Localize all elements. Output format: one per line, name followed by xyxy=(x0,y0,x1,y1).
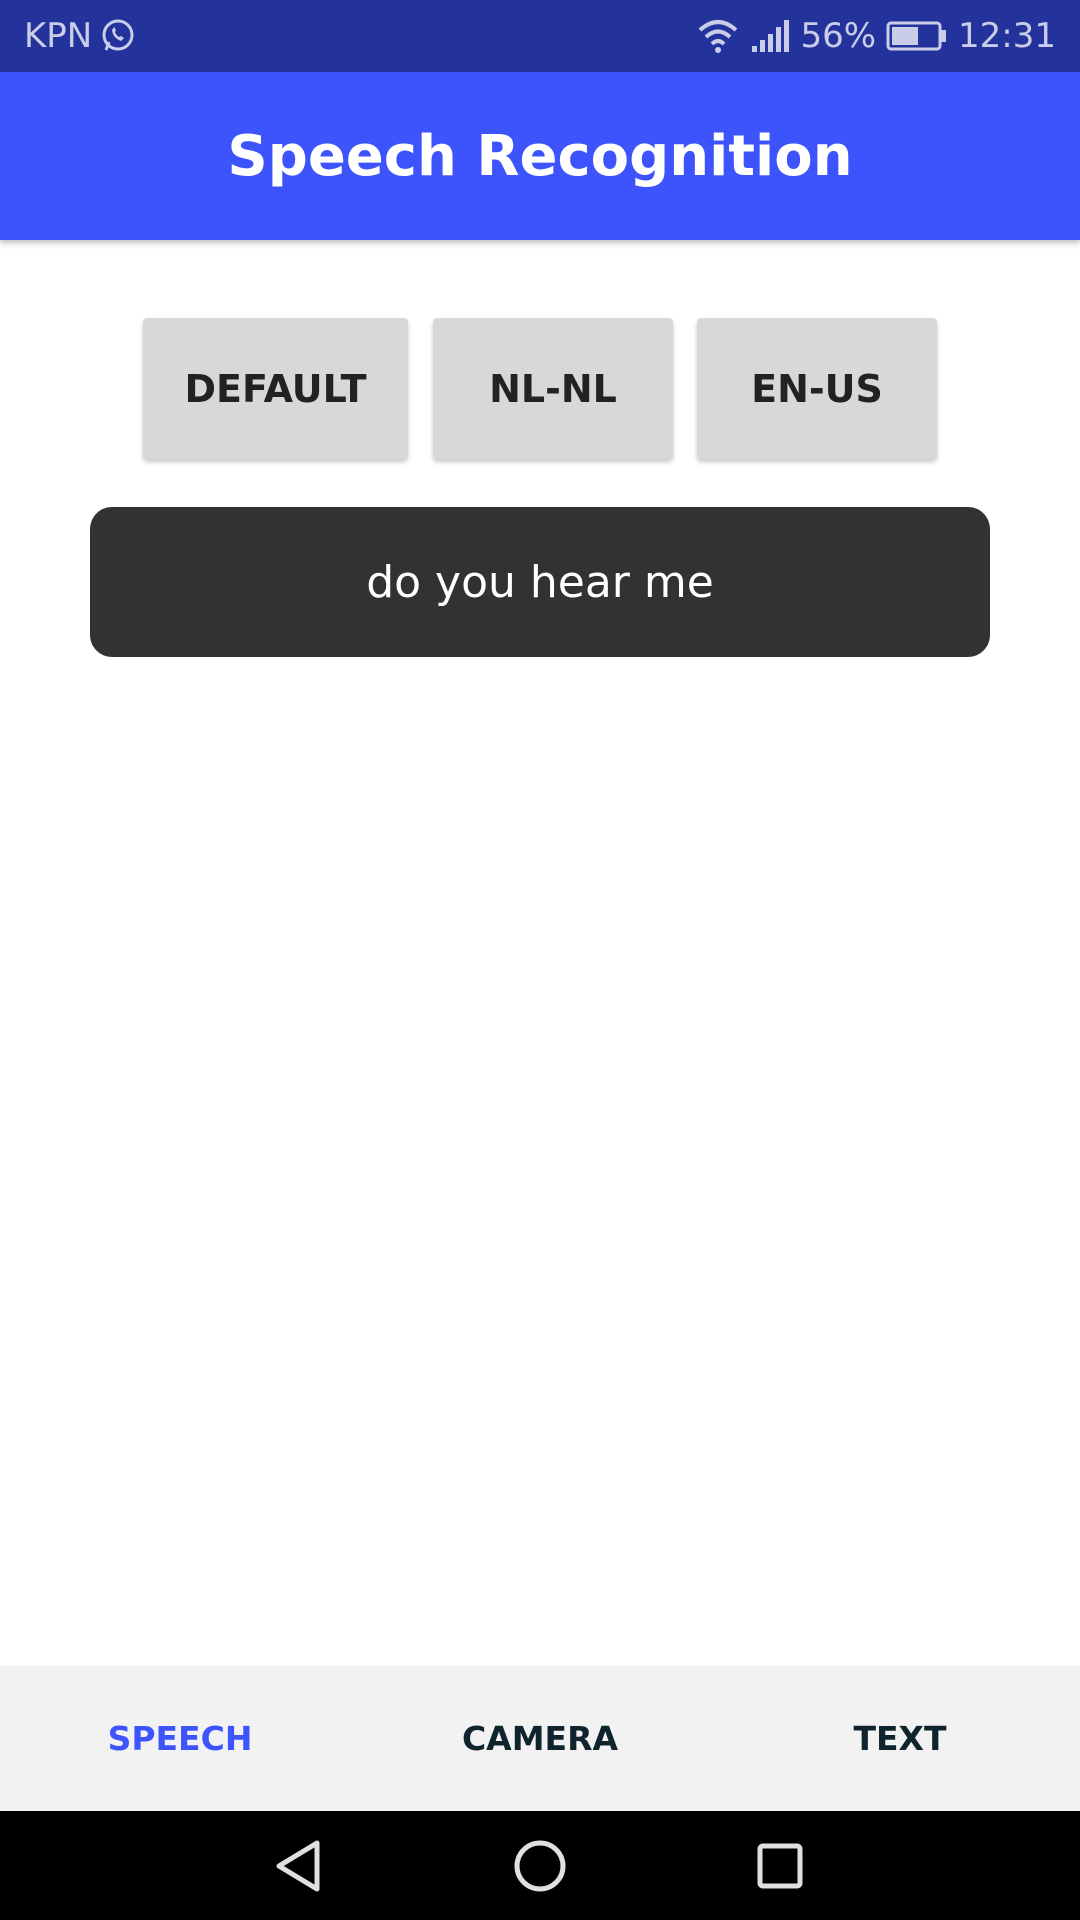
tab-camera[interactable]: CAMERA xyxy=(360,1666,720,1811)
battery-icon xyxy=(886,21,948,51)
home-icon[interactable] xyxy=(505,1831,575,1901)
status-bar: KPN 56% 12:31 xyxy=(0,0,1080,72)
system-nav-bar xyxy=(0,1811,1080,1920)
recognized-text: do you hear me xyxy=(366,556,714,608)
default-language-button[interactable]: DEFAULT xyxy=(143,318,408,459)
tab-speech[interactable]: SPEECH xyxy=(0,1666,360,1811)
app-bar: Speech Recognition xyxy=(0,72,1080,240)
signal-icon xyxy=(750,18,790,54)
carrier-label: KPN xyxy=(24,16,93,56)
battery-percent: 56% xyxy=(800,16,877,56)
wifi-icon xyxy=(696,18,740,54)
whatsapp-icon xyxy=(100,18,136,54)
page-title: Speech Recognition xyxy=(227,123,853,189)
en-us-language-button[interactable]: EN-US xyxy=(697,318,937,459)
bottom-tab-bar: SPEECH CAMERA TEXT xyxy=(0,1666,1080,1811)
recents-icon[interactable] xyxy=(745,1831,815,1901)
clock: 12:31 xyxy=(958,16,1056,56)
recognition-result-panel: do you hear me xyxy=(90,507,990,657)
back-icon[interactable] xyxy=(265,1831,335,1901)
tab-text[interactable]: TEXT xyxy=(720,1666,1080,1811)
status-right-group: 56% 12:31 xyxy=(686,14,1056,58)
nl-nl-language-button[interactable]: NL-NL xyxy=(433,318,673,459)
